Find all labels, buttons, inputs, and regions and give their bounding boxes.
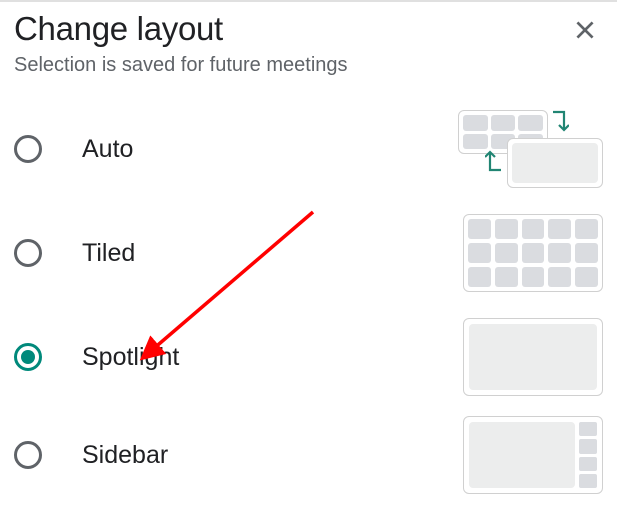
close-button[interactable] (569, 14, 601, 46)
radio-auto[interactable] (14, 135, 42, 163)
radio-sidebar[interactable] (14, 441, 42, 469)
option-sidebar-label: Sidebar (82, 441, 463, 470)
option-auto[interactable]: Auto (0, 97, 617, 201)
preview-tiled-icon (463, 214, 603, 292)
layout-options: Auto Tiled Spotlight (0, 97, 617, 501)
dialog-subtitle: Selection is saved for future meetings (0, 48, 617, 97)
option-auto-label: Auto (82, 135, 458, 164)
close-icon (572, 17, 598, 43)
option-tiled[interactable]: Tiled (0, 201, 617, 305)
option-spotlight[interactable]: Spotlight (0, 305, 617, 409)
preview-sidebar-icon (463, 416, 603, 494)
preview-spotlight-icon (463, 318, 603, 396)
option-spotlight-label: Spotlight (82, 343, 463, 372)
preview-auto-icon (458, 110, 603, 188)
option-sidebar[interactable]: Sidebar (0, 409, 617, 501)
dialog-title: Change layout (14, 10, 223, 48)
radio-spotlight[interactable] (14, 343, 42, 371)
option-tiled-label: Tiled (82, 239, 463, 268)
radio-tiled[interactable] (14, 239, 42, 267)
